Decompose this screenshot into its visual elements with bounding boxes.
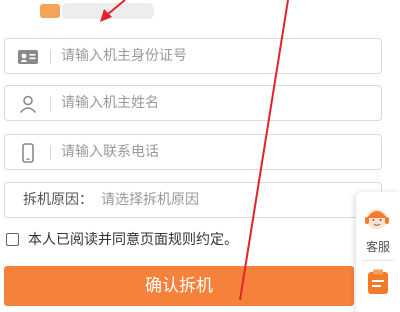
- id-number-field[interactable]: [4, 38, 382, 74]
- avatar: [40, 4, 60, 18]
- side-panel: 客服: [356, 192, 400, 312]
- reason-label: 拆机原因：: [23, 192, 93, 208]
- clipboard-icon[interactable]: [365, 268, 391, 294]
- customer-service-icon[interactable]: [362, 204, 392, 234]
- reason-select[interactable]: 拆机原因： 请选择拆机原因: [4, 182, 382, 218]
- phone-icon: [17, 142, 39, 164]
- agreement-row[interactable]: 本人已阅读并同意页面规则约定。: [6, 230, 336, 250]
- owner-name-field[interactable]: [4, 85, 382, 121]
- id-card-icon: [17, 46, 39, 68]
- agreement-text: 本人已阅读并同意页面规则约定。: [28, 232, 238, 248]
- blurred-account-info: [62, 3, 154, 19]
- agree-checkbox[interactable]: [6, 233, 19, 246]
- phone-input[interactable]: [61, 135, 371, 169]
- confirm-remove-button[interactable]: 确认拆机: [4, 266, 354, 306]
- id-number-input[interactable]: [61, 39, 371, 73]
- field-separator: [50, 97, 51, 111]
- reason-value[interactable]: 请选择拆机原因: [101, 183, 199, 217]
- field-separator: [50, 50, 51, 64]
- owner-name-input[interactable]: [61, 86, 371, 120]
- customer-service-label[interactable]: 客服: [356, 238, 400, 255]
- phone-field[interactable]: [4, 134, 382, 170]
- field-separator: [50, 146, 51, 160]
- divider: [362, 260, 394, 261]
- top-bar: [0, 0, 400, 30]
- person-icon: [17, 93, 39, 115]
